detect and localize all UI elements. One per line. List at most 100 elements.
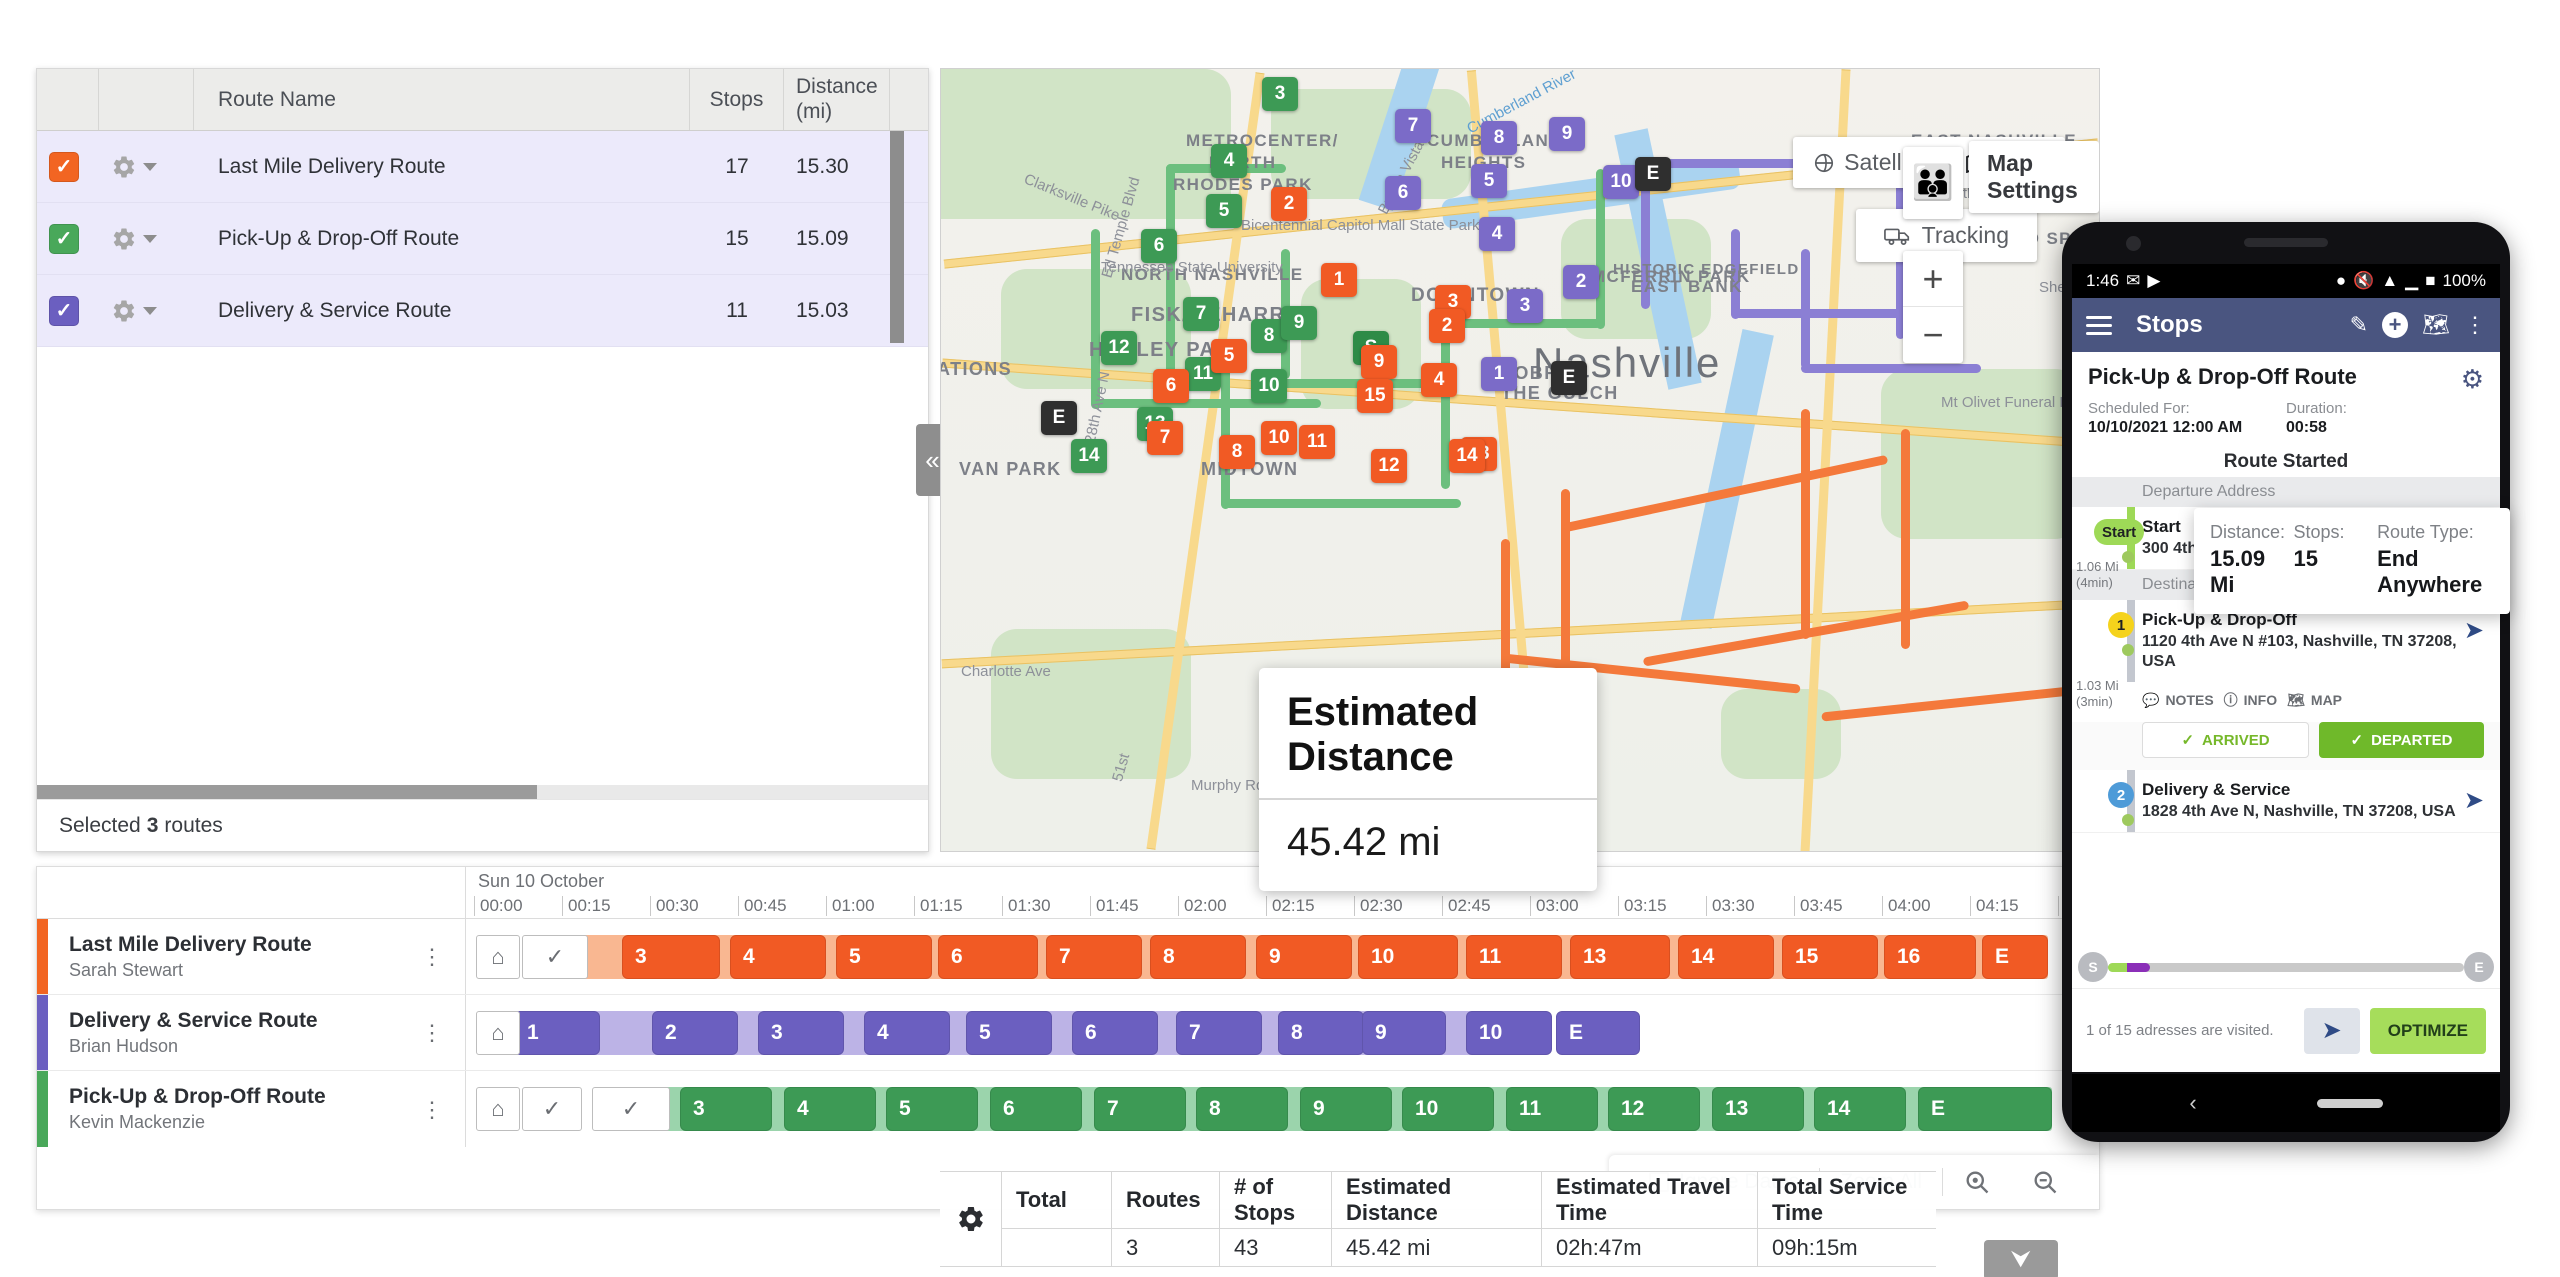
timeline-stop-chip[interactable]: 3 bbox=[758, 1010, 844, 1055]
map-marker[interactable]: 7 bbox=[1395, 109, 1431, 143]
map-marker[interactable]: 14 bbox=[1071, 439, 1107, 473]
timeline-stop-chip[interactable]: 10 bbox=[1358, 934, 1458, 979]
departed-button[interactable]: ✓ DEPARTED bbox=[2319, 722, 2484, 758]
timeline-stop-chip[interactable]: 16 bbox=[1884, 934, 1976, 979]
list-item[interactable]: 2 Delivery & Service 1828 4th Ave N, Nas… bbox=[2072, 770, 2500, 833]
home-icon[interactable]: ⌂ bbox=[476, 934, 520, 979]
home-pill-icon[interactable] bbox=[2316, 1098, 2383, 1108]
timeline-stop-chip[interactable]: 6 bbox=[990, 1087, 1082, 1131]
check-icon[interactable]: ✓ bbox=[522, 1087, 582, 1131]
home-icon[interactable]: ⌂ bbox=[476, 1010, 520, 1055]
edit-icon[interactable]: ✎ bbox=[2350, 312, 2368, 338]
timeline-row-info[interactable]: Delivery & Service Route Brian Hudson ⋮ bbox=[37, 995, 466, 1070]
map-marker[interactable]: 2 bbox=[1429, 309, 1465, 343]
timeline-stop-chip[interactable]: 1 bbox=[514, 1010, 600, 1055]
map-marker[interactable]: 10 bbox=[1603, 165, 1639, 199]
map-marker[interactable]: 5 bbox=[1206, 194, 1242, 228]
map-marker[interactable]: 3 bbox=[1507, 289, 1543, 323]
row-checkbox[interactable]: ✓ bbox=[49, 223, 79, 254]
map-marker[interactable]: 14 bbox=[1449, 439, 1485, 473]
table-row[interactable]: ✓ Last Mile Delivery Route 17 15.30 bbox=[37, 131, 928, 203]
timeline-row-track[interactable]: ⌂ ✓ ✓ 3 4 5 6 7 8 9 10 11 12 13 14 E bbox=[466, 1071, 2099, 1147]
timeline-stop-chip[interactable]: 2 bbox=[652, 1010, 738, 1055]
timeline-stop-chip[interactable]: 14 bbox=[1678, 934, 1774, 979]
pegman-icon[interactable]: 👪 bbox=[1903, 147, 1963, 219]
info-action[interactable]: ⓘ INFO bbox=[2224, 690, 2277, 710]
progress-track[interactable] bbox=[2108, 962, 2464, 972]
navigate-button[interactable]: ➤ bbox=[2303, 1007, 2360, 1054]
map-marker-end[interactable]: E bbox=[1041, 401, 1077, 435]
map-marker[interactable]: 8 bbox=[1481, 121, 1517, 155]
timeline-stop-chip[interactable]: 6 bbox=[938, 934, 1038, 979]
timeline-row-info[interactable]: Pick-Up & Drop-Off Route Kevin Mackenzie… bbox=[37, 1071, 466, 1147]
map-settings-button[interactable]: Map Settings bbox=[1969, 141, 2099, 213]
back-icon[interactable]: ‹ bbox=[2189, 1090, 2196, 1116]
header-route-name[interactable]: Route Name bbox=[194, 69, 690, 130]
row-actions-cell[interactable] bbox=[99, 131, 194, 202]
map-marker[interactable]: 1 bbox=[1321, 263, 1357, 297]
notes-action[interactable]: 💬 NOTES bbox=[2142, 692, 2214, 709]
timeline-row-menu-button[interactable]: ⋮ bbox=[421, 1098, 465, 1120]
timeline-row-menu-button[interactable]: ⋮ bbox=[421, 1022, 465, 1044]
map-marker[interactable]: 5 bbox=[1211, 339, 1247, 373]
timeline-stop-chip[interactable]: 12 bbox=[1608, 1087, 1700, 1131]
map-marker[interactable]: 8 bbox=[1219, 435, 1255, 469]
timeline-stop-chip[interactable]: 6 bbox=[1072, 1010, 1158, 1055]
map-marker[interactable]: 4 bbox=[1479, 217, 1515, 251]
row-actions-cell[interactable] bbox=[99, 203, 194, 274]
timeline-stop-chip[interactable]: 3 bbox=[680, 1087, 772, 1131]
navigate-icon[interactable]: ➤ bbox=[2464, 786, 2484, 815]
map-marker[interactable]: 3 bbox=[1262, 77, 1298, 111]
map-marker[interactable]: 10 bbox=[1261, 421, 1297, 455]
map-marker[interactable]: 12 bbox=[1101, 331, 1137, 365]
table-vertical-scrollbar[interactable] bbox=[890, 131, 904, 343]
timeline-stop-chip[interactable]: 9 bbox=[1300, 1087, 1392, 1131]
row-checkbox-cell[interactable]: ✓ bbox=[37, 203, 99, 274]
row-checkbox[interactable]: ✓ bbox=[49, 295, 79, 326]
timeline-stop-chip[interactable]: 13 bbox=[1570, 934, 1670, 979]
timeline-stop-chip[interactable]: 10 bbox=[1466, 1010, 1552, 1055]
table-row[interactable]: ✓ Pick-Up & Drop-Off Route 15 15.09 bbox=[37, 203, 928, 275]
timeline-stop-chip[interactable]: 3 bbox=[622, 934, 720, 979]
timeline-stop-chip[interactable]: 8 bbox=[1278, 1010, 1364, 1055]
timeline-stop-chip-end[interactable]: E bbox=[1982, 934, 2048, 979]
chevron-down-icon[interactable] bbox=[143, 306, 157, 315]
gear-icon[interactable] bbox=[111, 154, 157, 180]
timeline-stop-chip[interactable]: 10 bbox=[1402, 1087, 1494, 1131]
timeline-stop-chip[interactable]: 8 bbox=[1150, 934, 1246, 979]
map-zoom-control[interactable]: + − bbox=[1903, 251, 1963, 363]
timeline-row-track[interactable]: ⌂ 1 2 3 4 5 6 7 8 9 10 E bbox=[466, 995, 2099, 1070]
map-marker[interactable]: 6 bbox=[1385, 176, 1421, 210]
map-marker-end[interactable]: E bbox=[1635, 157, 1671, 191]
timeline-row[interactable]: Pick-Up & Drop-Off Route Kevin Mackenzie… bbox=[37, 1071, 2099, 1147]
map-marker[interactable]: 6 bbox=[1141, 229, 1177, 263]
optimize-button[interactable]: OPTIMIZE bbox=[2369, 1007, 2486, 1054]
map-marker[interactable]: 4 bbox=[1421, 363, 1457, 397]
add-icon[interactable]: + bbox=[2382, 312, 2409, 338]
map-marker-end[interactable]: E bbox=[1551, 361, 1587, 395]
chevron-down-icon[interactable] bbox=[143, 234, 157, 243]
timeline-zoom-out-button[interactable] bbox=[2011, 1168, 2079, 1196]
route-name-cell[interactable]: Last Mile Delivery Route bbox=[194, 131, 690, 202]
map-marker[interactable]: 7 bbox=[1183, 297, 1219, 331]
timeline-stop-chip[interactable]: 5 bbox=[836, 934, 932, 979]
row-actions-cell[interactable] bbox=[99, 275, 194, 346]
zoom-out-button[interactable]: − bbox=[1903, 307, 1963, 363]
timeline-stop-chip[interactable]: 13 bbox=[1712, 1087, 1804, 1131]
timeline-row[interactable]: Last Mile Delivery Route Sarah Stewart ⋮… bbox=[37, 919, 2099, 995]
arrived-button[interactable]: ✓ ARRIVED bbox=[2142, 722, 2309, 758]
timeline-stop-chip[interactable]: 15 bbox=[1782, 934, 1878, 979]
map-marker[interactable]: 1 bbox=[1481, 357, 1517, 391]
gear-icon[interactable] bbox=[111, 226, 157, 252]
table-horizontal-scrollbar[interactable] bbox=[37, 785, 928, 799]
timeline-stop-chip[interactable]: 11 bbox=[1506, 1087, 1598, 1131]
header-stops[interactable]: Stops bbox=[690, 69, 784, 130]
timeline-row-menu-button[interactable]: ⋮ bbox=[421, 946, 465, 968]
route-name-cell[interactable]: Delivery & Service Route bbox=[194, 275, 690, 346]
map-marker[interactable]: 2 bbox=[1271, 187, 1307, 221]
check-icon[interactable]: ✓ bbox=[522, 934, 588, 979]
timeline-zoom-in-button[interactable] bbox=[1943, 1168, 2011, 1196]
timeline-stop-chip[interactable]: 7 bbox=[1094, 1087, 1186, 1131]
map-marker[interactable]: 9 bbox=[1361, 345, 1397, 379]
timeline-row[interactable]: Delivery & Service Route Brian Hudson ⋮ … bbox=[37, 995, 2099, 1071]
